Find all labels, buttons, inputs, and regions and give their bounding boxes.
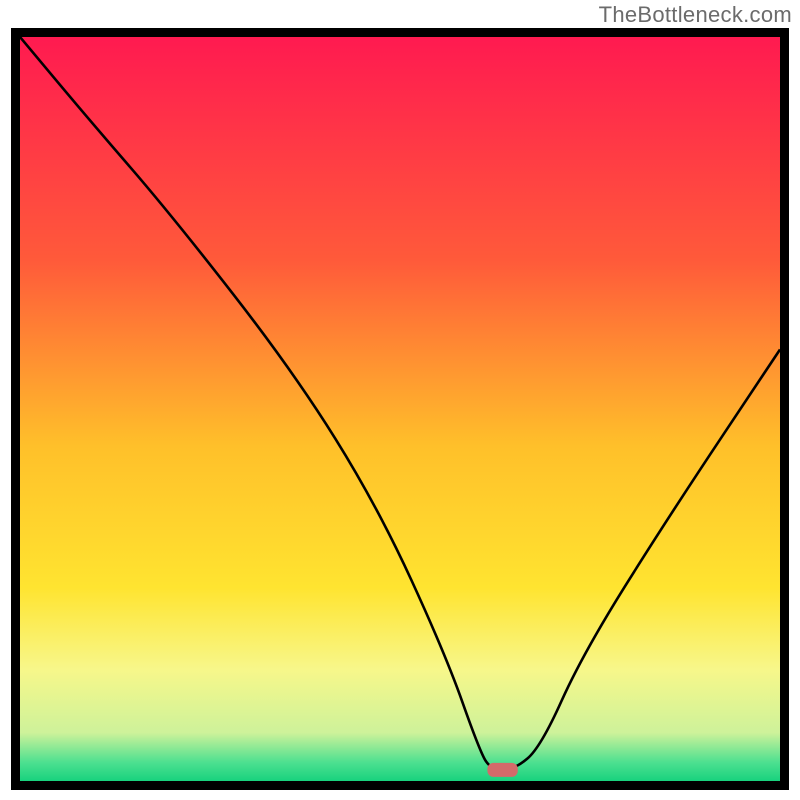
optimal-marker	[487, 763, 517, 777]
chart-stage: TheBottleneck.com	[0, 0, 800, 800]
chart-frame	[11, 28, 789, 790]
watermark-text: TheBottleneck.com	[599, 2, 792, 28]
chart-svg	[11, 28, 789, 790]
gradient-background	[20, 37, 780, 781]
